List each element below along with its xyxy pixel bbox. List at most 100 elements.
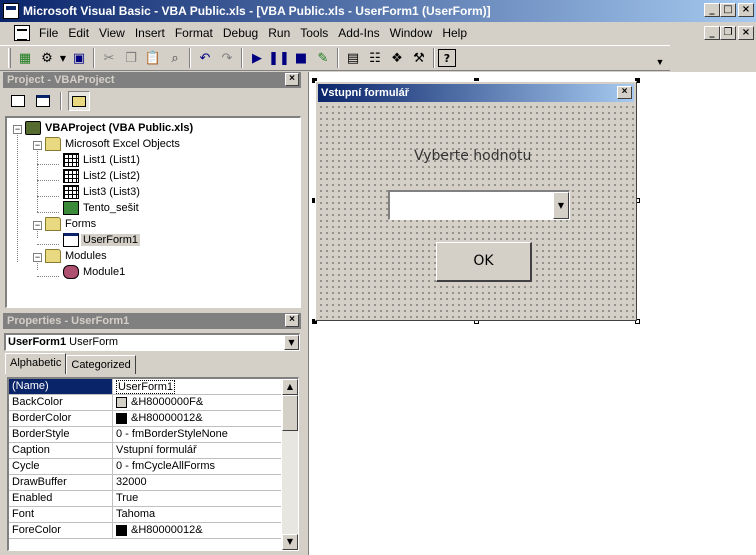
property-value[interactable]: Tahoma [113,507,281,523]
reset-icon[interactable]: ■ [290,47,312,69]
tree-line [37,276,59,277]
properties-close-icon[interactable]: × [285,314,299,327]
toolbar-options-icon[interactable]: ▼ [650,46,670,70]
property-row[interactable]: ForeColor &H80000012& [9,523,281,539]
properties-scrollbar[interactable]: ▲ ▼ [282,379,298,550]
run-icon[interactable]: ▶ [246,47,268,69]
menu-edit[interactable]: Edit [63,24,94,42]
property-row[interactable]: Font Tahoma [9,507,281,523]
mdi-close-icon[interactable]: × [738,26,754,40]
userform-close-icon[interactable]: × [617,86,632,99]
property-row[interactable]: BorderStyle 0 - fmBorderStyleNone [9,427,281,443]
expand-toggle[interactable]: − [33,141,42,150]
tree-node-vbaproject[interactable]: VBAProject (VBA Public.xls) [25,120,195,136]
ok-button[interactable]: OK [436,242,532,282]
view-excel-icon[interactable]: ▦ [14,47,36,69]
menu-view[interactable]: View [94,24,130,42]
break-icon[interactable]: ❚❚ [268,47,290,69]
userform-frame[interactable]: Vstupní formulář × Vyberte hodnotu ▼ OK [315,81,637,321]
property-value[interactable]: UserForm1 [113,379,281,395]
maximize-icon[interactable]: □ [720,3,736,17]
userform-canvas[interactable]: Vyberte hodnotu ▼ OK [318,104,634,318]
tree-node-list2[interactable]: List2 (List2) [63,168,142,184]
save-icon[interactable]: ▣ [68,47,90,69]
menu-window[interactable]: Window [385,24,438,42]
view-object-icon[interactable] [32,91,54,111]
property-row[interactable]: BorderColor &H80000012& [9,411,281,427]
window-titlebar[interactable]: Microsoft Visual Basic - VBA Public.xls … [0,0,756,22]
property-row[interactable]: Enabled True [9,491,281,507]
property-row[interactable]: DrawBuffer 32000 [9,475,281,491]
view-code-icon[interactable] [7,91,29,111]
tab-categorized[interactable]: Categorized [66,355,136,374]
mdi-restore-icon[interactable]: ❐ [720,26,736,40]
property-row[interactable]: (Name) UserForm1 [9,379,281,395]
undo-icon[interactable]: ↶ [194,47,216,69]
expand-toggle[interactable]: − [33,253,42,262]
property-value[interactable]: &H80000012& [113,411,281,427]
help-icon[interactable]: ? [438,49,456,67]
menu-insert[interactable]: Insert [130,24,170,42]
menu-addins[interactable]: Add-Ins [333,24,384,42]
property-value-text: 0 - fmBorderStyleNone [116,428,228,440]
tree-node-userform1[interactable]: UserForm1 [63,232,141,248]
property-value[interactable]: &H80000012& [113,523,281,539]
scroll-down-icon[interactable]: ▼ [282,534,298,550]
select-value-label[interactable]: Vyberte hodnotu [414,148,534,164]
object-selector[interactable]: UserForm1 UserForm ▼ [4,333,300,351]
property-value[interactable]: 0 - fmCycleAllForms [113,459,281,475]
property-value[interactable]: Vstupní formulář [113,443,281,459]
value-combobox[interactable]: ▼ [388,190,570,220]
tree-node-forms[interactable]: Forms [45,216,98,232]
project-close-icon[interactable]: × [285,73,299,86]
expand-toggle[interactable]: − [33,221,42,230]
property-row[interactable]: Caption Vstupní formulář [9,443,281,459]
menu-tools[interactable]: Tools [295,24,333,42]
object-browser-icon[interactable]: ❖ [386,47,408,69]
tree-node-list3[interactable]: List3 (List3) [63,184,142,200]
property-value[interactable]: True [113,491,281,507]
property-value-text: Tahoma [116,508,156,520]
tab-alphabetic[interactable]: Alphabetic [5,353,67,374]
tree-node-module1[interactable]: Module1 [63,264,127,280]
scroll-thumb[interactable] [282,395,298,431]
tree-node-modules[interactable]: Modules [45,248,109,264]
property-row[interactable]: BackColor &H8000000F& [9,395,281,411]
find-icon[interactable]: ⌕ [164,47,186,69]
minimize-icon[interactable]: _ [704,3,720,17]
insert-dropdown-icon[interactable]: ▼ [58,47,68,69]
mdi-minimize-icon[interactable]: _ [704,26,720,40]
toggle-folders-icon[interactable] [68,91,90,111]
menu-run[interactable]: Run [263,24,295,42]
property-row[interactable]: Cycle 0 - fmCycleAllForms [9,459,281,475]
redo-icon[interactable]: ↷ [216,47,238,69]
property-value[interactable]: 32000 [113,475,281,491]
vb-app-icon[interactable] [3,3,19,19]
combobox-dropdown-icon[interactable]: ▼ [553,192,569,219]
design-mode-icon[interactable]: ✎ [312,47,334,69]
document-icon[interactable] [14,25,30,41]
menu-help[interactable]: Help [437,24,472,42]
paste-icon[interactable]: 📋 [142,47,164,69]
userform-caption-bar[interactable]: Vstupní formulář × [318,84,634,102]
properties-window-icon[interactable]: ☷ [364,47,386,69]
property-value[interactable]: 0 - fmBorderStyleNone [113,427,281,443]
scroll-up-icon[interactable]: ▲ [282,379,298,395]
project-explorer-icon[interactable]: ▤ [342,47,364,69]
property-name: Font [9,507,113,523]
copy-icon[interactable]: ❐ [120,47,142,69]
insert-userform-icon[interactable]: ⚙ [36,47,58,69]
toolbar-grip[interactable] [8,48,11,68]
expand-toggle[interactable]: − [13,125,22,134]
tree-node-tento-sesit[interactable]: Tento_sešit [63,200,141,216]
toolbox-icon[interactable]: ⚒ [408,47,430,69]
menu-format[interactable]: Format [170,24,218,42]
menu-debug[interactable]: Debug [218,24,263,42]
menu-file[interactable]: File [34,24,63,42]
tree-node-excel-objects[interactable]: Microsoft Excel Objects [45,136,182,152]
chevron-down-icon[interactable]: ▼ [284,335,299,350]
property-value[interactable]: &H8000000F& [113,395,281,411]
cut-icon[interactable]: ✂ [98,47,120,69]
close-icon[interactable]: × [738,3,754,17]
tree-node-list1[interactable]: List1 (List1) [63,152,142,168]
